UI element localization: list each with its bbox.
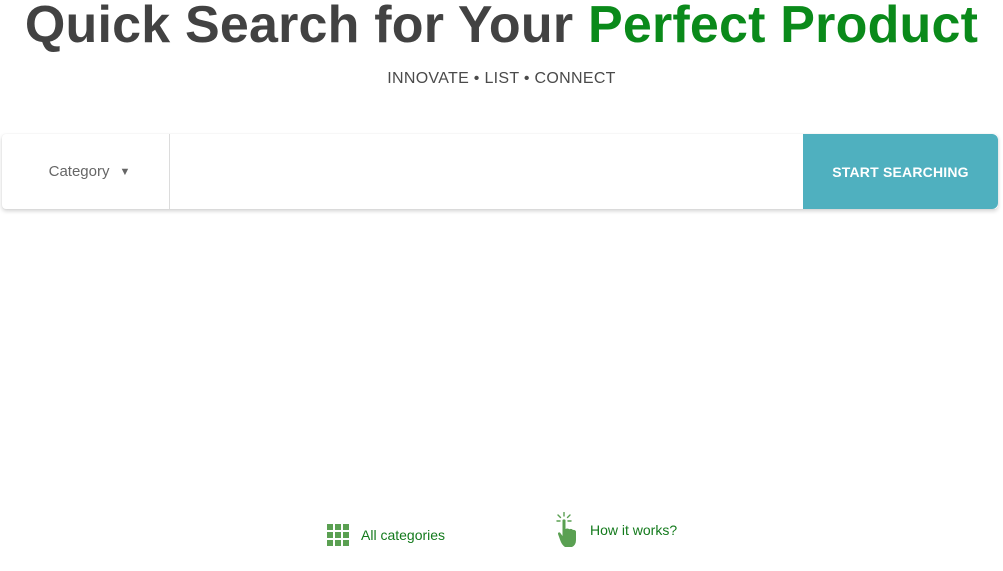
chevron-down-icon: ▼: [119, 165, 131, 178]
hero-title-accent: Perfect Product: [587, 0, 979, 54]
bottom-links: All categories How it works?: [0, 512, 1003, 552]
hero-title-main: Quick Search for Your: [24, 0, 588, 54]
start-searching-button[interactable]: START SEARCHING: [803, 134, 998, 209]
all-categories-label: All categories: [361, 527, 446, 543]
hero-title: Quick Search for Your Perfect Product: [0, 0, 1003, 60]
page: Quick Search for Your Perfect Product IN…: [0, 0, 1003, 571]
category-dropdown-label: Category: [48, 163, 110, 180]
pointing-hand-icon: [556, 512, 576, 547]
how-it-works-label: How it works?: [590, 522, 678, 538]
search-input[interactable]: [170, 134, 803, 209]
tagline: INNOVATE • LIST • CONNECT: [387, 70, 616, 87]
all-categories-link[interactable]: All categories: [327, 524, 445, 546]
category-dropdown[interactable]: Category ▼: [2, 134, 170, 209]
how-it-works-link[interactable]: How it works?: [554, 512, 677, 548]
grid-icon: [327, 524, 349, 546]
search-bar: Category ▼ START SEARCHING: [2, 134, 998, 209]
